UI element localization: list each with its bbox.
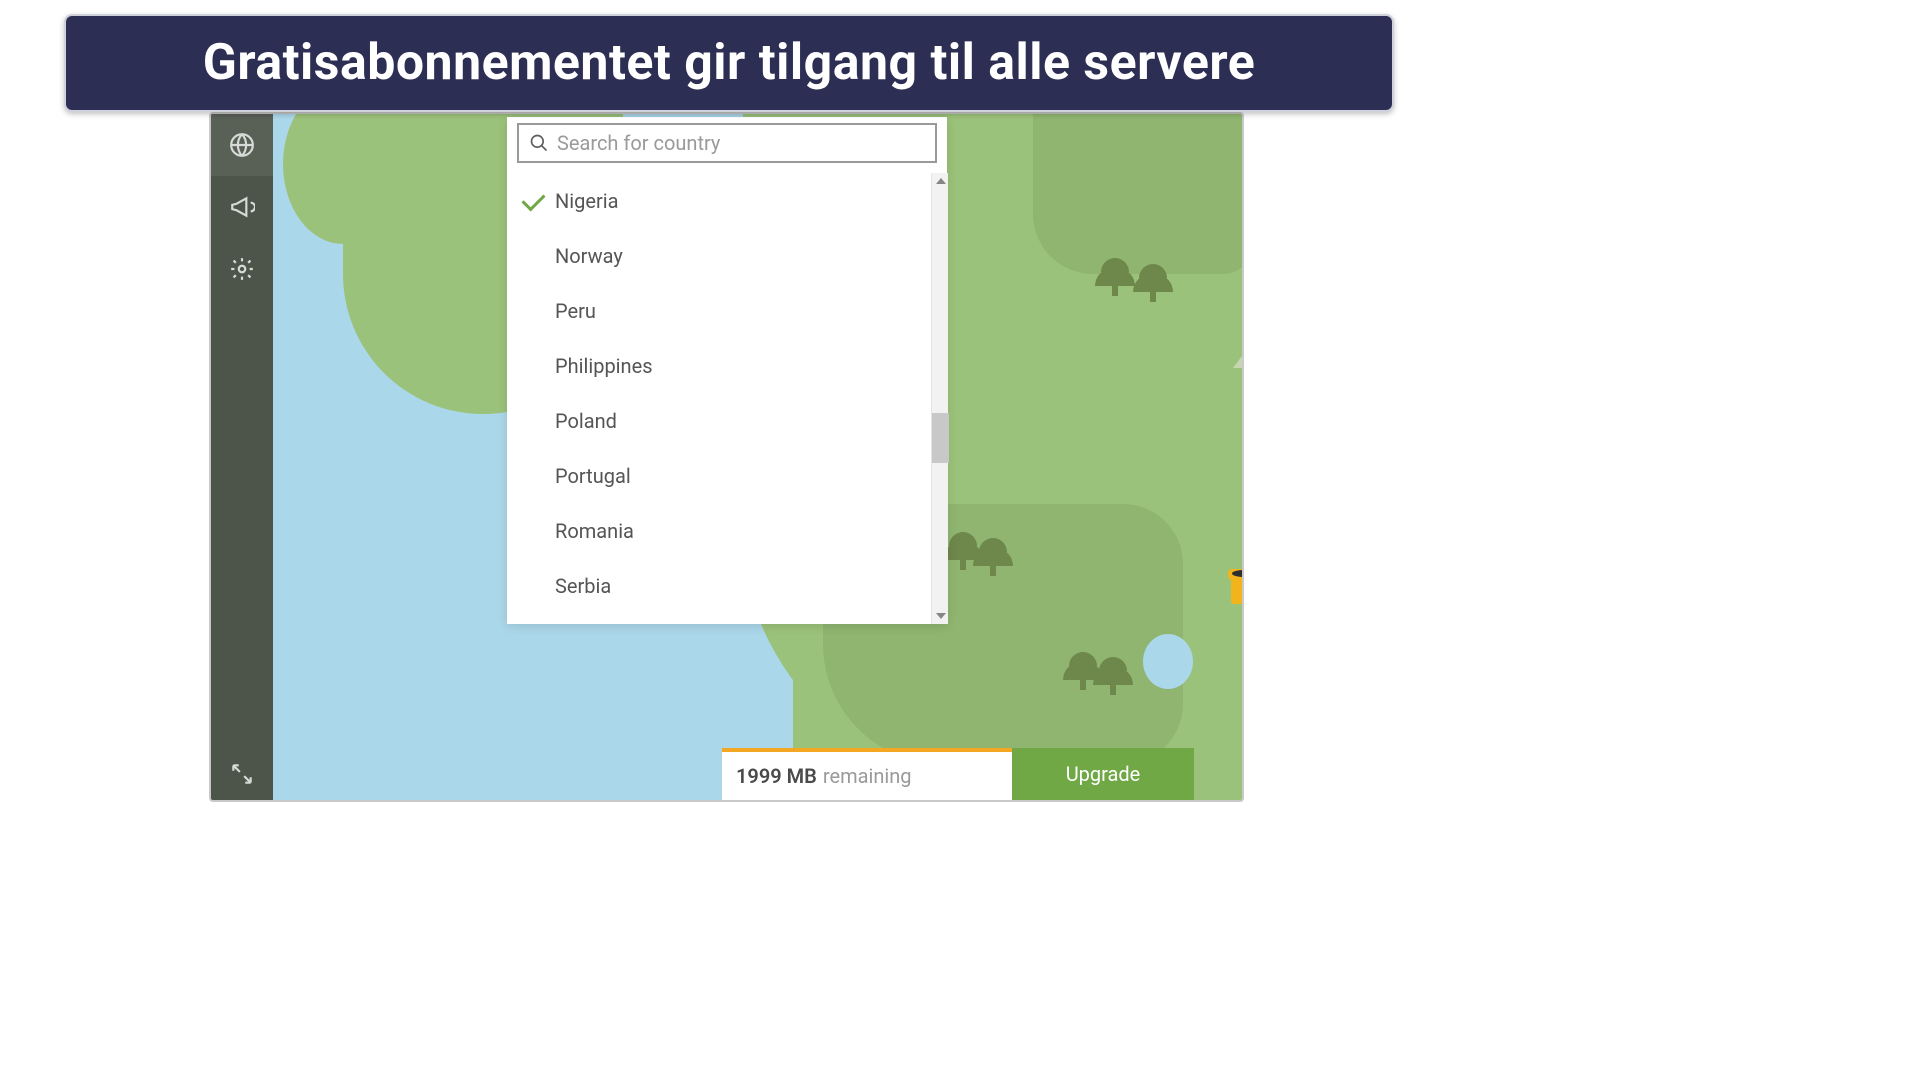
tree-icon <box>1133 256 1173 302</box>
sidebar-spacer <box>211 300 273 748</box>
country-item-nigeria[interactable]: Nigeria <box>507 173 931 228</box>
tunnel-marker-icon[interactable] <box>1228 569 1242 604</box>
usage-remaining: 1999 MB remaining <box>722 748 1012 800</box>
map-background[interactable]: Nigeria Norway Peru Philippines Poland P… <box>273 114 1242 800</box>
upgrade-button[interactable]: Upgrade <box>1012 748 1194 800</box>
country-label: Norway <box>555 244 623 268</box>
tree-icon <box>1095 250 1135 296</box>
gear-icon <box>229 256 255 282</box>
sidebar-collapse-button[interactable] <box>211 748 273 800</box>
country-item-norway[interactable]: Norway <box>507 228 931 283</box>
caption-banner: Gratisabonnementet gir tilgang til alle … <box>64 14 1394 112</box>
caption-text: Gratisabonnementet gir tilgang til alle … <box>203 34 1255 92</box>
usage-label: remaining <box>823 764 912 788</box>
country-panel: Nigeria Norway Peru Philippines Poland P… <box>507 117 947 624</box>
megaphone-icon <box>229 194 255 220</box>
country-label: Philippines <box>555 354 653 378</box>
usage-bar: 1999 MB remaining Upgrade <box>722 748 1194 800</box>
collapse-icon <box>229 761 255 787</box>
scrollbar[interactable] <box>931 173 948 624</box>
country-label: Romania <box>555 519 634 543</box>
sidebar-item-settings[interactable] <box>211 238 273 300</box>
scroll-thumb[interactable] <box>932 413 949 463</box>
country-label: Poland <box>555 409 617 433</box>
vpn-app-window: Nigeria Norway Peru Philippines Poland P… <box>209 112 1244 802</box>
search-input[interactable] <box>557 131 925 155</box>
map-lake <box>1143 634 1193 689</box>
globe-icon <box>229 132 255 158</box>
country-item-poland[interactable]: Poland <box>507 393 931 448</box>
country-label: Nigeria <box>555 189 619 213</box>
country-item-romania[interactable]: Romania <box>507 503 931 558</box>
sidebar-item-globe[interactable] <box>211 114 273 176</box>
sidebar <box>211 114 273 800</box>
scroll-up-button[interactable] <box>932 173 949 189</box>
upgrade-label: Upgrade <box>1066 762 1141 786</box>
sidebar-item-notify[interactable] <box>211 176 273 238</box>
search-icon <box>529 133 549 153</box>
tree-icon <box>973 530 1013 576</box>
usage-amount: 1999 MB <box>736 764 817 788</box>
scroll-down-button[interactable] <box>932 608 949 624</box>
country-item-portugal[interactable]: Portugal <box>507 448 931 503</box>
country-item-philippines[interactable]: Philippines <box>507 338 931 393</box>
country-label: Peru <box>555 299 596 323</box>
country-label: Portugal <box>555 464 631 488</box>
country-list: Nigeria Norway Peru Philippines Poland P… <box>507 173 931 624</box>
tree-icon <box>1093 649 1133 695</box>
search-field[interactable] <box>517 123 937 163</box>
country-label: Serbia <box>555 574 611 598</box>
map-land-shadow <box>1033 114 1242 274</box>
country-item-peru[interactable]: Peru <box>507 283 931 338</box>
country-item-serbia[interactable]: Serbia <box>507 558 931 613</box>
